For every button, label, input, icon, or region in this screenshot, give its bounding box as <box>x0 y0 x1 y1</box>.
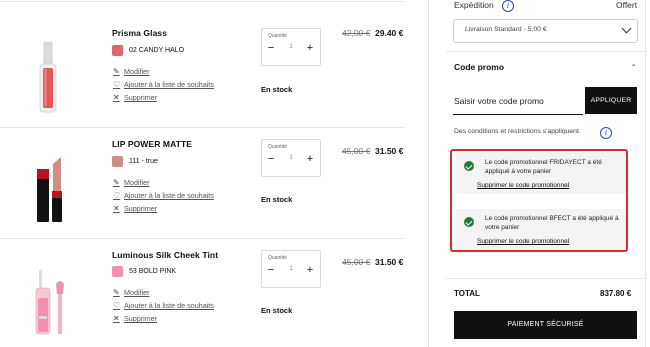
sale-price: 31.50 € <box>375 146 404 156</box>
quantity-label: Quantité <box>268 33 287 39</box>
shade-swatch <box>112 266 123 277</box>
column-divider-right <box>645 0 646 347</box>
stock-status: En stock <box>261 85 293 94</box>
total-label: TOTAL <box>454 289 480 298</box>
stock-status: En stock <box>261 306 293 315</box>
shipping-label: Expédition <box>454 0 494 10</box>
modify-link[interactable]: ✎ Modifier <box>113 288 150 297</box>
remove-link[interactable]: ✕ Supprimer <box>113 204 157 213</box>
promo-highlight-box <box>450 149 628 252</box>
shade-name: 53 BOLD PINK <box>129 268 177 275</box>
shade-swatch <box>112 45 123 56</box>
section-divider <box>446 51 645 52</box>
sale-price: 29.40 € <box>375 28 404 38</box>
shade-name: 111 - true <box>129 158 158 165</box>
column-divider-left <box>428 0 429 347</box>
modify-link[interactable]: ✎ Modifier <box>113 67 150 76</box>
quantity-label: Quantité <box>268 144 287 150</box>
chevron-down-icon <box>621 23 632 34</box>
row-divider <box>0 127 405 128</box>
original-price: 42,00 € <box>342 28 371 38</box>
edit-icon: ✎ <box>113 67 120 76</box>
add-to-wishlist-link[interactable]: ♡ Ajouter à la liste de souhaits <box>113 80 214 89</box>
product-image-luminous-silk-cheek-tint[interactable] <box>30 270 68 336</box>
increase-quantity-button[interactable]: + <box>305 153 315 165</box>
product-image-lip-power-matte[interactable] <box>32 155 66 223</box>
quantity-label: Quantité <box>268 255 287 261</box>
product-name[interactable]: Prisma Glass <box>112 28 167 38</box>
promo-code-title[interactable]: Code promo <box>454 62 504 72</box>
shipping-method-select[interactable]: Livraison Standard - 5,00 € <box>453 19 638 43</box>
row-divider-top <box>0 1 405 2</box>
apply-promo-button[interactable]: APPLIQUER <box>585 87 637 114</box>
increase-quantity-button[interactable]: + <box>305 264 315 276</box>
heart-icon: ♡ <box>113 191 121 200</box>
heart-icon: ♡ <box>113 301 121 310</box>
add-to-wishlist-link[interactable]: ♡ Ajouter à la liste de souhaits <box>113 301 214 310</box>
increase-quantity-button[interactable]: + <box>305 42 315 54</box>
remove-link[interactable]: ✕ Supprimer <box>113 314 157 323</box>
section-divider <box>446 278 645 279</box>
product-name[interactable]: LIP POWER MATTE <box>112 139 192 149</box>
total-value: 837.80 € <box>600 289 632 298</box>
info-icon[interactable]: i <box>600 127 612 139</box>
secure-payment-button[interactable]: PAIEMENT SÉCURISÉ <box>454 311 637 339</box>
heart-icon: ♡ <box>113 80 121 89</box>
edit-icon: ✎ <box>113 178 120 187</box>
modify-link[interactable]: ✎ Modifier <box>113 178 150 187</box>
add-to-wishlist-link[interactable]: ♡ Ajouter à la liste de souhaits <box>113 191 214 200</box>
shade-swatch <box>112 156 123 167</box>
original-price: 45,00 € <box>342 146 371 156</box>
edit-icon: ✎ <box>113 288 120 297</box>
row-divider <box>0 238 405 239</box>
promo-code-input[interactable]: Saisir votre code promo <box>454 96 544 106</box>
quantity-stepper[interactable]: Quantité − 1 + <box>261 28 321 66</box>
shipping-method-value[interactable]: Livraison Standard - 5,00 € <box>465 26 547 33</box>
remove-link[interactable]: ✕ Supprimer <box>113 93 157 102</box>
quantity-stepper[interactable]: Quantité − 1 + <box>261 139 321 177</box>
product-name[interactable]: Luminous Silk Cheek Tint <box>112 250 218 260</box>
close-icon: ✕ <box>113 314 120 323</box>
quantity-stepper[interactable]: Quantité − 1 + <box>261 250 321 288</box>
collapse-promo-toggle[interactable]: - <box>632 60 635 71</box>
promo-input-underline <box>453 114 583 115</box>
close-icon: ✕ <box>113 93 120 102</box>
close-icon: ✕ <box>113 204 120 213</box>
stock-status: En stock <box>261 195 293 204</box>
conditions-text: Des conditions et restrictions s'appliqu… <box>454 128 581 135</box>
product-image-prisma-glass[interactable] <box>34 42 62 114</box>
shipping-value: Offert <box>616 0 638 10</box>
original-price: 45,00 € <box>342 257 371 267</box>
info-icon[interactable]: i <box>502 0 514 12</box>
shade-name: 02 CANDY HALO <box>129 47 185 54</box>
sale-price: 31.50 € <box>375 257 404 267</box>
